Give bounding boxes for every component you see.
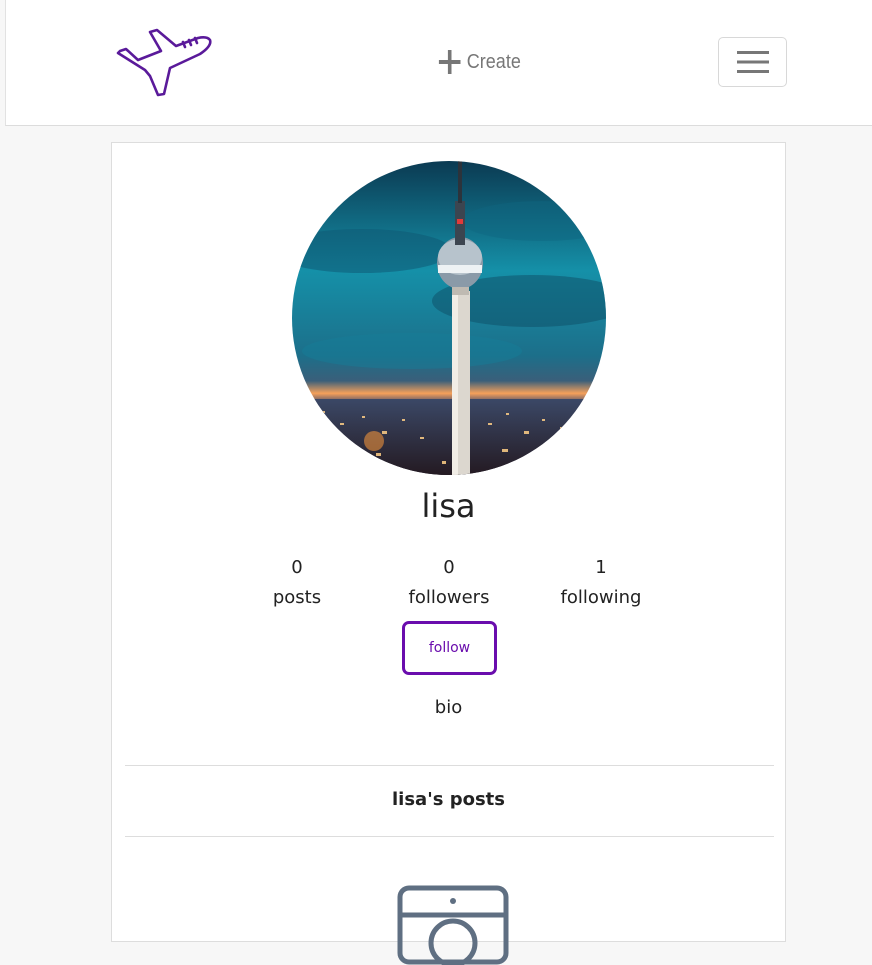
- stat-posts-value: 0: [291, 557, 303, 578]
- profile-avatar[interactable]: [292, 161, 606, 475]
- follow-button[interactable]: follow: [402, 621, 497, 675]
- posts-heading: lisa's posts: [392, 789, 505, 810]
- divider-top: [125, 765, 774, 766]
- profile-card: lisa 0 posts 0 followers 1 following fol…: [111, 142, 786, 965]
- airplane-icon[interactable]: [112, 24, 216, 100]
- stat-followers-label: followers: [408, 587, 490, 608]
- stat-following-value: 1: [595, 557, 607, 578]
- profile-username: lisa: [421, 487, 476, 525]
- stat-followers-value: 0: [443, 557, 455, 578]
- stat-following-label: following: [560, 587, 642, 608]
- stat-following[interactable]: 1 following: [541, 553, 661, 613]
- divider-bottom: [125, 836, 774, 837]
- stat-posts: 0 posts: [237, 553, 357, 613]
- plus-icon: [438, 50, 461, 74]
- hamburger-icon: [736, 51, 769, 73]
- create-button[interactable]: Create: [438, 46, 521, 78]
- stat-posts-label: posts: [272, 587, 322, 608]
- menu-toggle-button[interactable]: [718, 37, 787, 87]
- profile-bio: bio: [434, 697, 463, 718]
- navbar: Create: [5, 0, 872, 126]
- stat-followers[interactable]: 0 followers: [389, 553, 509, 613]
- camera-icon: [397, 885, 509, 965]
- tv-tower-photo: [292, 161, 606, 475]
- create-label: Create: [466, 50, 521, 73]
